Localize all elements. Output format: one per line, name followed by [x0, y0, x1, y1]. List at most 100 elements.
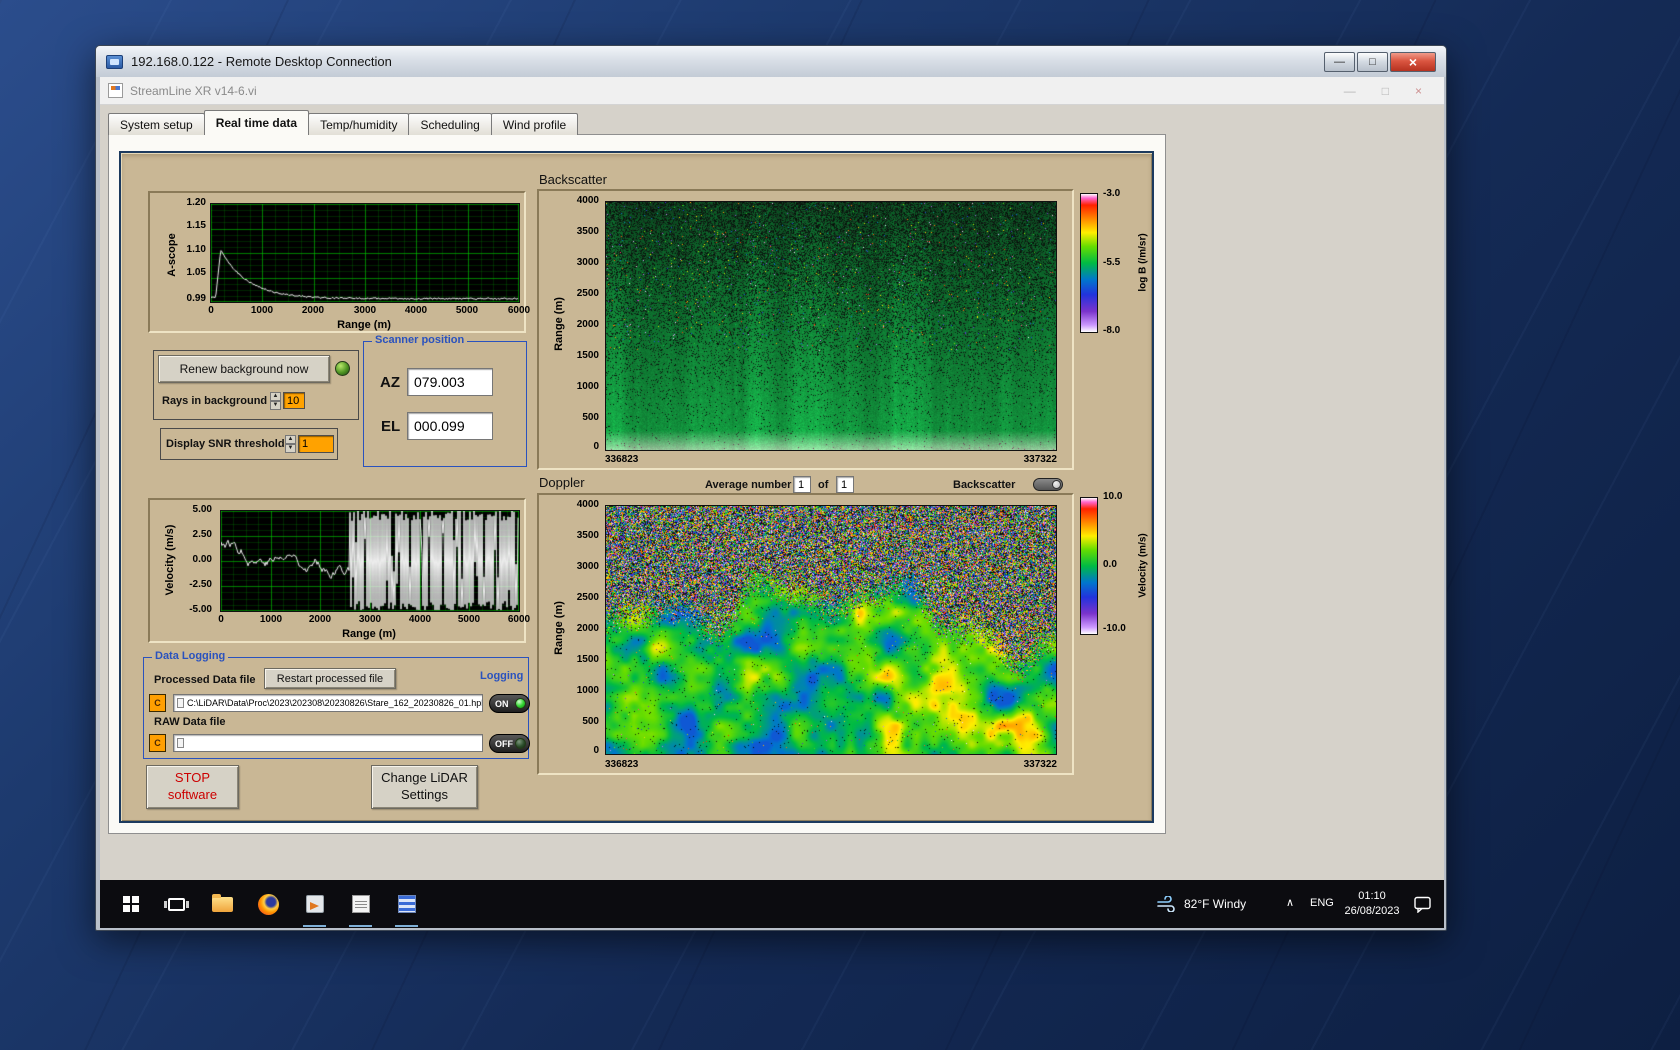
logging-off-led	[515, 738, 526, 749]
rdp-window-title: 192.168.0.122 - Remote Desktop Connectio…	[131, 54, 392, 69]
vi-window-title: StreamLine XR v14-6.vi	[130, 84, 257, 98]
ascope-y-tick: 1.10	[176, 244, 206, 255]
doppler-y-tick: 4000	[563, 499, 599, 510]
doppler-colorbar-label: Velocity (m/s)	[1138, 506, 1149, 626]
raw-path-field[interactable]	[173, 734, 483, 752]
labview-vi-icon	[108, 83, 123, 98]
velocity-chart: Velocity (m/s) 5.00 2.50 0.00 -2.50 -5.0…	[148, 498, 526, 643]
average-total-field[interactable]: 1	[836, 476, 854, 493]
background-status-led	[335, 361, 350, 376]
ascope-x-tick: 2000	[298, 305, 328, 316]
backscatter-y-tick: 500	[563, 412, 599, 423]
backscatter-colorbar	[1080, 193, 1098, 333]
task-view-icon	[168, 898, 185, 911]
doppler-y-tick: 500	[563, 716, 599, 727]
background-controls-box: Renew background now Rays in background …	[153, 350, 359, 420]
restart-processed-file-button[interactable]: Restart processed file	[264, 668, 396, 689]
tab-strip: System setup Real time data Temp/humidit…	[108, 111, 577, 135]
tab-real-time-data[interactable]: Real time data	[204, 110, 309, 135]
raw-path-browse-button[interactable]: C	[149, 734, 166, 752]
file-explorer-button[interactable]	[200, 880, 245, 928]
weather-button[interactable]	[1152, 880, 1182, 928]
scanner-position-title: Scanner position	[372, 334, 467, 346]
raw-file-row: C OFF	[149, 734, 527, 753]
ascope-x-tick: 0	[196, 305, 226, 316]
processed-path-text: C:\LiDAR\Data\Proc\2023\202308\20230826\…	[187, 698, 483, 708]
rdp-close-button[interactable]: ×	[1390, 52, 1436, 72]
tab-temp-humidity[interactable]: Temp/humidity	[308, 113, 409, 135]
processed-path-field[interactable]: C:\LiDAR\Data\Proc\2023\202308\20230826\…	[173, 694, 483, 712]
velocity-y-tick: 0.00	[174, 554, 212, 565]
tab-scheduling[interactable]: Scheduling	[408, 113, 491, 135]
rays-value-field[interactable]: 10	[283, 392, 305, 409]
stop-button-line1: STOP	[168, 770, 217, 787]
doppler-y-tick: 3000	[563, 561, 599, 572]
renew-background-button[interactable]: Renew background now	[158, 355, 330, 383]
vi-close-button[interactable]: ×	[1415, 84, 1422, 98]
average-number-field[interactable]: 1	[793, 476, 811, 493]
weather-text[interactable]: 82°F Windy	[1184, 897, 1246, 911]
ascope-y-tick: 1.05	[176, 267, 206, 278]
velocity-x-tick: 0	[206, 614, 236, 625]
labview-app-button[interactable]	[292, 880, 337, 928]
backscatter-y-tick: 3500	[563, 226, 599, 237]
tab-page-content: A-scope 1.20 1.15 1.10 1.05 0.99 0 1000 …	[108, 134, 1166, 834]
el-label: EL	[381, 418, 400, 435]
change-button-line1: Change LiDAR	[381, 770, 468, 787]
rdp-window-controls: — □ ×	[1324, 52, 1436, 72]
velocity-y-tick: 5.00	[174, 504, 212, 515]
clock[interactable]: 01:10 26/08/2023	[1340, 889, 1404, 919]
firefox-button[interactable]	[246, 880, 291, 928]
list-app-button[interactable]	[384, 880, 429, 928]
rdp-window: 192.168.0.122 - Remote Desktop Connectio…	[95, 45, 1447, 931]
backscatter-y-tick: 3000	[563, 257, 599, 268]
doppler-y-tick: 2000	[563, 623, 599, 634]
scan-schedule-app-button[interactable]	[338, 880, 383, 928]
ascope-y-tick: 1.15	[176, 220, 206, 231]
tab-system-setup[interactable]: System setup	[108, 113, 205, 135]
tab-wind-profile[interactable]: Wind profile	[491, 113, 578, 135]
doppler-colorbar	[1080, 497, 1098, 635]
snr-spinner[interactable]: ▲▼	[285, 435, 296, 453]
vi-minimize-button[interactable]: —	[1344, 84, 1356, 98]
wind-icon	[1157, 896, 1177, 912]
firefox-icon	[258, 894, 279, 915]
stop-software-button[interactable]: STOPsoftware	[146, 765, 239, 809]
notification-center-button[interactable]	[1406, 880, 1440, 928]
velocity-plot-canvas	[220, 510, 520, 612]
running-indicator	[395, 925, 418, 927]
ascope-x-tick: 5000	[452, 305, 482, 316]
language-indicator[interactable]: ENG	[1310, 897, 1334, 909]
chevron-up-icon[interactable]: ∧	[1286, 896, 1294, 909]
change-lidar-settings-button[interactable]: Change LiDARSettings	[371, 765, 478, 809]
list-app-icon	[398, 895, 416, 913]
rays-spinner[interactable]: ▲▼	[270, 392, 281, 410]
az-value-field[interactable]: 079.003	[407, 368, 493, 396]
vi-restore-button[interactable]: □	[1382, 84, 1389, 98]
start-button[interactable]	[108, 880, 153, 928]
backscatter-toggle[interactable]	[1033, 478, 1063, 491]
backscatter-y-tick: 2000	[563, 319, 599, 330]
velocity-x-tick: 4000	[405, 614, 435, 625]
off-label: OFF	[495, 739, 513, 749]
processed-logging-switch[interactable]: ON	[489, 694, 530, 713]
az-label: AZ	[380, 374, 400, 391]
doppler-heatmap-canvas	[605, 505, 1057, 755]
ascope-plot-canvas	[210, 203, 520, 303]
raw-logging-switch[interactable]: OFF	[489, 734, 530, 753]
file-glyph-icon	[177, 738, 184, 748]
rdp-minimize-button[interactable]: —	[1324, 52, 1355, 72]
ascope-x-tick: 4000	[401, 305, 431, 316]
backscatter-y-tick: 1500	[563, 350, 599, 361]
task-view-button[interactable]	[154, 880, 199, 928]
el-value-field[interactable]: 000.099	[407, 412, 493, 440]
processed-path-browse-button[interactable]: C	[149, 694, 166, 712]
data-logging-title: Data Logging	[152, 650, 228, 662]
rdp-maximize-button[interactable]: □	[1357, 52, 1388, 72]
change-button-line2: Settings	[381, 787, 468, 804]
snr-threshold-label: Display SNR threshold	[166, 438, 285, 450]
backscatter-x-start: 336823	[605, 454, 638, 465]
data-logging-group: Data Logging Processed Data file Restart…	[143, 657, 529, 759]
snr-value-field[interactable]: 1	[298, 435, 334, 453]
snr-threshold-box: Display SNR threshold ▲▼ 1	[160, 428, 338, 460]
